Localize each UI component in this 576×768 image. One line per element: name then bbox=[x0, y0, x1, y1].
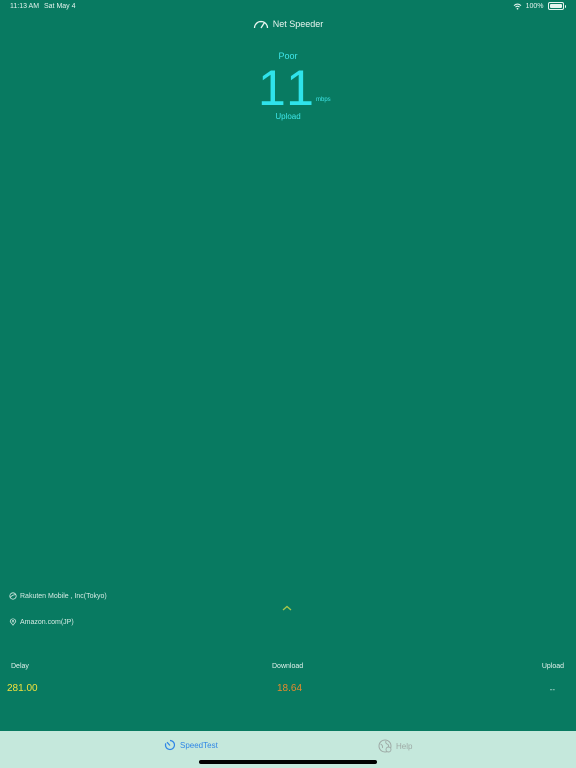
battery-tip bbox=[564, 4, 566, 8]
battery-percent: 100% bbox=[525, 2, 544, 10]
provider-row: Rakuten Mobile , Inc(Tokyo) bbox=[9, 592, 107, 600]
provider-name: Rakuten Mobile , Inc(Tokyo) bbox=[20, 592, 107, 600]
status-indicators: 100% bbox=[513, 2, 566, 10]
help-globe-icon bbox=[378, 739, 392, 753]
server-name: Amazon.com(JP) bbox=[20, 618, 74, 626]
tab-speedtest-label: SpeedTest bbox=[180, 740, 218, 750]
upload-value: -- bbox=[549, 685, 555, 694]
globe-icon bbox=[9, 592, 17, 600]
tab-help-label: Help bbox=[396, 741, 413, 751]
tab-speedtest[interactable]: SpeedTest bbox=[164, 739, 218, 751]
download-value: 18.64 bbox=[277, 683, 303, 694]
app-title: Net Speeder bbox=[272, 18, 324, 29]
download-label: Download bbox=[272, 663, 304, 670]
location-pin-icon bbox=[9, 618, 17, 626]
app-header: Net Speeder bbox=[0, 18, 576, 29]
upload-label: Upload bbox=[541, 663, 564, 670]
stopwatch-icon bbox=[164, 739, 176, 751]
status-bar: 11:13 AM Sat May 4 100% bbox=[0, 0, 576, 14]
speed-unit: mbps bbox=[316, 97, 331, 103]
delay-value: 281.00 bbox=[7, 683, 38, 694]
status-time: 11:13 AM bbox=[10, 3, 40, 10]
speed-mode: Upload bbox=[275, 112, 301, 121]
chevron-up-icon[interactable] bbox=[281, 604, 293, 612]
tab-help[interactable]: Help bbox=[378, 739, 412, 753]
status-date: Sat May 4 bbox=[44, 3, 76, 10]
server-row: Amazon.com(JP) bbox=[9, 618, 74, 626]
wifi-icon bbox=[513, 3, 521, 10]
speed-value: 11 bbox=[258, 60, 318, 116]
delay-label: Delay bbox=[11, 663, 29, 670]
home-indicator[interactable] bbox=[199, 760, 377, 764]
speedometer-icon bbox=[253, 20, 268, 29]
battery-icon bbox=[547, 2, 564, 10]
